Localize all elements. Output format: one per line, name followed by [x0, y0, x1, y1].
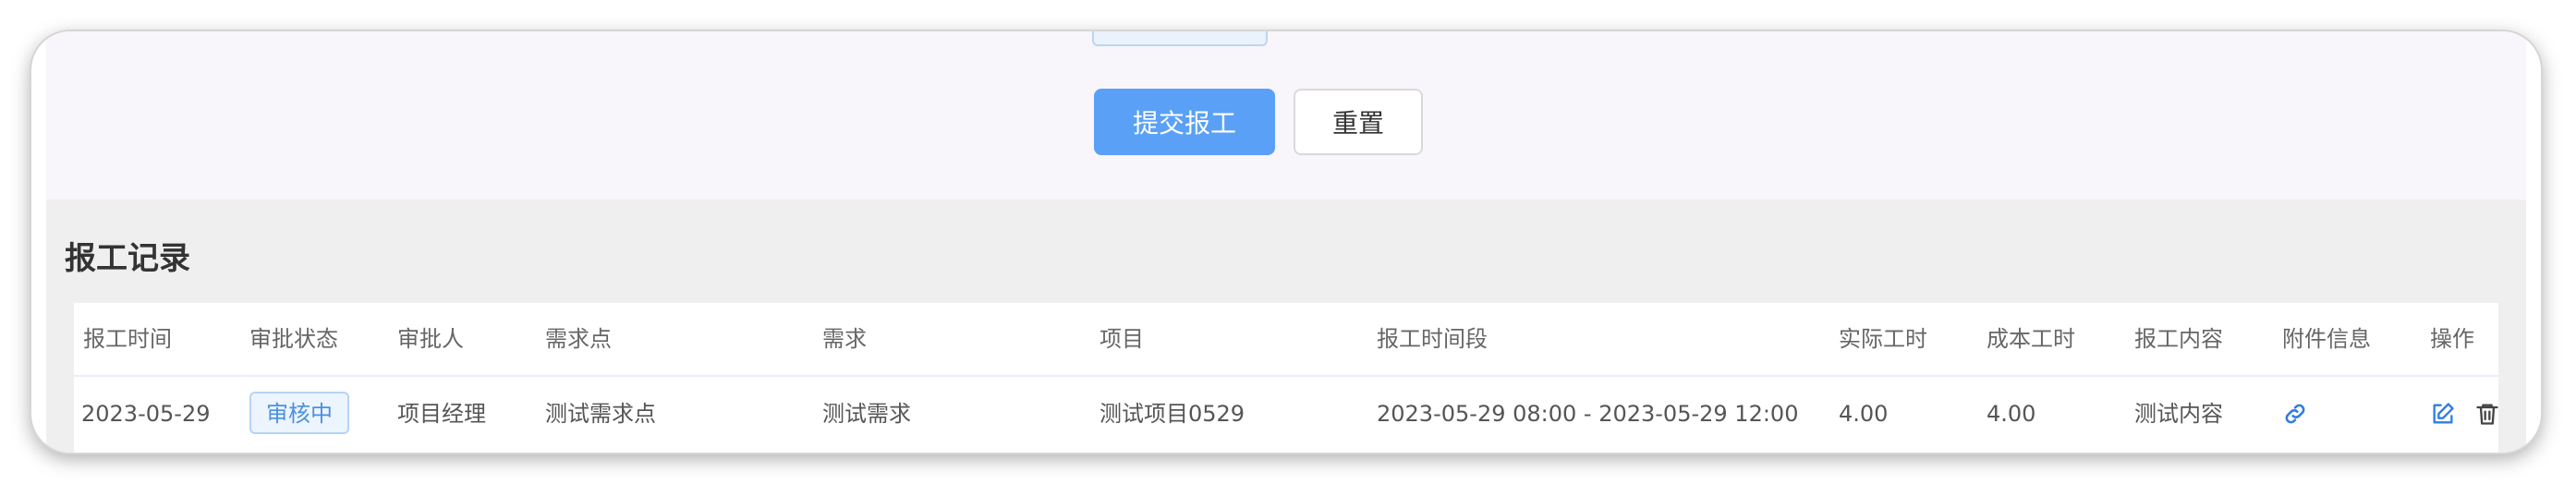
- column-header-date: 报工时间: [83, 326, 172, 352]
- records-table: 报工时间 审批状态 审批人 需求点 需求 项目 报工时间段 实际工时 成本工时 …: [74, 303, 2498, 453]
- cell-period: 2023-05-29 08:00 - 2023-05-29 12:00: [1377, 401, 1799, 427]
- submit-report-button[interactable]: 提交报工: [1094, 89, 1275, 155]
- cell-date: 2023-05-29: [81, 401, 211, 427]
- report-form-area: 提交报工 重置: [46, 31, 2526, 200]
- records-section: 报工记录 报工时间 审批状态 审批人 需求点 需求 项目 报工时间段 实际工时 …: [46, 200, 2526, 453]
- column-header-actions: 操作: [2430, 326, 2474, 352]
- cell-requirement: 测试需求: [822, 401, 911, 427]
- status-badge: 审核中: [249, 392, 349, 434]
- edit-icon[interactable]: [2430, 401, 2456, 427]
- column-header-content: 报工内容: [2134, 326, 2223, 352]
- partially-visible-field[interactable]: [1092, 31, 1268, 46]
- column-header-approver: 审批人: [397, 326, 464, 352]
- reset-button[interactable]: 重置: [1294, 89, 1423, 155]
- section-title: 报工记录: [65, 240, 190, 277]
- trash-icon[interactable]: [2474, 401, 2500, 427]
- app-window: 提交报工 重置 报工记录 报工时间 审批状态 审批人 需求点 需求 项目 报工时…: [31, 31, 2541, 453]
- column-header-requirement: 需求: [822, 326, 867, 352]
- table-row: 2023-05-29 审核中 项目经理 测试需求点 测试需求 测试项目0529 …: [74, 377, 2498, 451]
- cell-project: 测试项目0529: [1100, 401, 1245, 427]
- column-header-period: 报工时间段: [1377, 326, 1488, 352]
- cell-content: 测试内容: [2134, 401, 2223, 427]
- column-header-project: 项目: [1100, 326, 1144, 352]
- cell-actual-hours: 4.00: [1839, 401, 1889, 427]
- cell-requirement-point: 测试需求点: [545, 401, 656, 427]
- link-icon[interactable]: [2282, 401, 2308, 427]
- cell-approver: 项目经理: [397, 401, 486, 427]
- column-header-attachment: 附件信息: [2282, 326, 2371, 352]
- table-header: 报工时间 审批状态 审批人 需求点 需求 项目 报工时间段 实际工时 成本工时 …: [74, 303, 2498, 377]
- column-header-actual-hours: 实际工时: [1839, 326, 1927, 352]
- column-header-requirement-point: 需求点: [545, 326, 612, 352]
- column-header-status: 审批状态: [249, 326, 338, 352]
- column-header-cost-hours: 成本工时: [1987, 326, 2075, 352]
- cell-cost-hours: 4.00: [1987, 401, 2036, 427]
